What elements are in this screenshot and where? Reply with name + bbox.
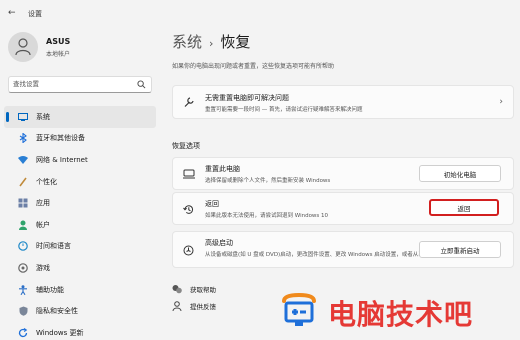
wrench-icon bbox=[184, 97, 194, 107]
breadcrumb: 系统 › 恢复 bbox=[172, 31, 250, 52]
sidebar-item-label: 隐私和安全性 bbox=[36, 307, 78, 316]
history-icon bbox=[183, 205, 194, 214]
bluetooth-icon bbox=[18, 133, 28, 144]
title-bar: ← 设置 bbox=[0, 0, 520, 28]
section-title: 恢复选项 bbox=[172, 142, 200, 150]
sidebar-item-gaming[interactable]: 游戏 bbox=[4, 257, 156, 279]
sidebar-item-accessibility[interactable]: 辅助功能 bbox=[4, 279, 156, 301]
sidebar-item-label: 蓝牙和其他设备 bbox=[36, 134, 85, 143]
gaming-icon bbox=[18, 263, 28, 273]
sidebar-item-time-language[interactable]: 时间和语言 bbox=[4, 236, 156, 258]
search-input[interactable] bbox=[13, 80, 133, 88]
watermark-logo-icon bbox=[282, 293, 316, 326]
help-icon bbox=[172, 284, 182, 294]
advanced-startup-icon bbox=[183, 245, 194, 256]
troubleshoot-title: 无需重置电脑即可解决问题 bbox=[205, 94, 289, 102]
get-help-label: 获取帮助 bbox=[190, 286, 216, 294]
chevron-right-icon: › bbox=[209, 37, 214, 50]
restart-now-button[interactable]: 立即重新启动 bbox=[419, 241, 501, 258]
watermark: 电脑技术吧 bbox=[268, 287, 518, 335]
sidebar-item-network[interactable]: 网络 & Internet bbox=[4, 149, 156, 171]
sidebar-item-label: 个性化 bbox=[36, 177, 57, 186]
user-icon bbox=[15, 38, 31, 56]
sidebar-item-apps[interactable]: 应用 bbox=[4, 192, 156, 214]
apps-icon bbox=[18, 198, 28, 208]
advanced-startup-title: 高级启动 bbox=[205, 239, 233, 247]
sidebar-item-label: 时间和语言 bbox=[36, 242, 71, 251]
give-feedback-label: 提供反馈 bbox=[190, 303, 216, 311]
chevron-right-icon: › bbox=[499, 97, 503, 107]
time-language-icon bbox=[18, 241, 28, 252]
go-back-card: 返回 如果此版本无法使用，请尝试回退到 Windows 10 返回 bbox=[172, 192, 514, 225]
reset-pc-card: 重置此电脑 选择保留或删除个人文件，然后重新安装 Windows 初始化电脑 bbox=[172, 157, 514, 190]
watermark-text: 电脑技术吧 bbox=[328, 298, 474, 331]
reset-pc-button[interactable]: 初始化电脑 bbox=[419, 165, 501, 182]
go-back-button[interactable]: 返回 bbox=[429, 199, 499, 216]
user-name: ASUS bbox=[46, 37, 71, 46]
avatar[interactable] bbox=[8, 32, 38, 62]
network-icon bbox=[18, 155, 28, 165]
get-help-link[interactable]: 获取帮助 bbox=[172, 284, 216, 294]
sidebar-item-accounts[interactable]: 帐户 bbox=[4, 214, 156, 236]
sidebar-item-label: 辅助功能 bbox=[36, 285, 64, 294]
sidebar-item-label: 系统 bbox=[36, 112, 50, 121]
back-arrow-icon[interactable]: ← bbox=[8, 8, 16, 18]
troubleshoot-subtitle: 重置可能需要一段时间 — 首先，请尝试运行疑难解答来解决问题 bbox=[205, 107, 363, 113]
go-back-title: 返回 bbox=[205, 200, 219, 208]
windows-update-icon bbox=[18, 327, 28, 338]
sidebar-item-label: 帐户 bbox=[36, 220, 50, 229]
accounts-icon bbox=[18, 220, 28, 230]
give-feedback-link[interactable]: 提供反馈 bbox=[172, 301, 216, 311]
sidebar-item-personalization[interactable]: 个性化 bbox=[4, 171, 156, 193]
sidebar: ASUS 本地帐户 系统 蓝牙和其他设备 网络 & Internet 个性化 应… bbox=[0, 28, 160, 340]
accessibility-icon bbox=[18, 284, 28, 295]
sidebar-item-label: 游戏 bbox=[36, 263, 50, 272]
sidebar-item-windows-update[interactable]: Windows 更新 bbox=[4, 322, 156, 340]
sidebar-item-label: Windows 更新 bbox=[36, 328, 84, 337]
go-back-subtitle: 如果此版本无法使用，请尝试回退到 Windows 10 bbox=[205, 213, 329, 219]
reset-pc-subtitle: 选择保留或删除个人文件，然后重新安装 Windows bbox=[205, 178, 331, 184]
sidebar-item-label: 网络 & Internet bbox=[36, 155, 88, 164]
page-description: 如果你的电脑出现问题或者重置，这些恢复选项可能有所帮助 bbox=[172, 63, 335, 70]
feedback-icon bbox=[172, 301, 182, 311]
privacy-icon bbox=[18, 306, 28, 316]
advanced-startup-card: 高级启动 从设备或磁盘(如 U 盘或 DVD)启动，更改固件设置、更改 Wind… bbox=[172, 231, 514, 268]
sidebar-nav: 系统 蓝牙和其他设备 网络 & Internet 个性化 应用 帐户 时间和语言 bbox=[4, 106, 156, 340]
breadcrumb-parent[interactable]: 系统 bbox=[172, 33, 202, 51]
reset-pc-title: 重置此电脑 bbox=[205, 165, 240, 173]
search-icon[interactable] bbox=[137, 80, 146, 89]
personalization-icon bbox=[18, 177, 28, 187]
advanced-startup-subtitle: 从设备或磁盘(如 U 盘或 DVD)启动，更改固件设置、更改 Windows 启… bbox=[205, 252, 430, 258]
sidebar-item-bluetooth[interactable]: 蓝牙和其他设备 bbox=[4, 128, 156, 150]
sidebar-item-label: 应用 bbox=[36, 199, 50, 208]
reset-pc-icon bbox=[183, 169, 195, 179]
troubleshoot-card[interactable]: 无需重置电脑即可解决问题 重置可能需要一段时间 — 首先，请尝试运行疑难解答来解… bbox=[172, 85, 514, 119]
search-box bbox=[8, 76, 152, 93]
account-type: 本地帐户 bbox=[46, 51, 71, 58]
sidebar-item-system[interactable]: 系统 bbox=[4, 106, 156, 128]
sidebar-item-privacy[interactable]: 隐私和安全性 bbox=[4, 300, 156, 322]
page-title: 恢复 bbox=[220, 33, 251, 51]
system-icon bbox=[18, 112, 28, 122]
window-title: 设置 bbox=[28, 10, 42, 18]
